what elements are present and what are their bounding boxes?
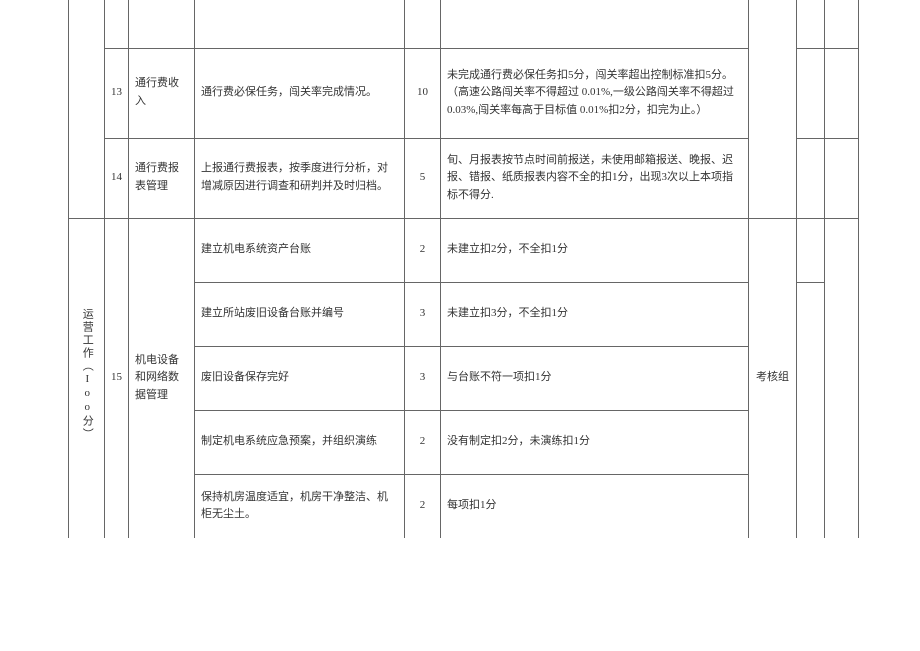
row-content: 制定机电系统应急预案，并组织演练 bbox=[195, 410, 405, 474]
table-row: 14 通行费报表管理 上报通行费报表，按季度进行分析，对增减原因进行调查和研判并… bbox=[69, 138, 859, 218]
row-score: 3 bbox=[405, 282, 441, 346]
cell bbox=[195, 0, 405, 48]
cell bbox=[825, 48, 859, 138]
cell bbox=[797, 0, 825, 48]
row-num: 13 bbox=[105, 48, 129, 138]
cell bbox=[797, 218, 825, 282]
category-cell-upper bbox=[69, 138, 105, 218]
table-row: 13 通行费收入 通行费必保任务，闯关率完成情况。 10 未完成通行费必保任务扣… bbox=[69, 48, 859, 138]
table-row: 运营工作（Ioo分） 15 机电设备和网络数据管理 建立机电系统资产台账 2 未… bbox=[69, 218, 859, 282]
category-cell-upper bbox=[69, 0, 105, 48]
row-criteria: 未建立扣2分，不全扣1分 bbox=[441, 218, 749, 282]
row-criteria: 每项扣1分 bbox=[441, 474, 749, 538]
row-score: 5 bbox=[405, 138, 441, 218]
row-content: 上报通行费报表，按季度进行分析，对增减原因进行调查和研判并及时归档。 bbox=[195, 138, 405, 218]
row-score: 2 bbox=[405, 474, 441, 538]
table-row-top-partial bbox=[69, 0, 859, 48]
row-score: 2 bbox=[405, 218, 441, 282]
cell bbox=[825, 0, 859, 48]
row-score: 2 bbox=[405, 410, 441, 474]
category-cell: 运营工作（Ioo分） bbox=[69, 218, 105, 538]
category-label: 运营工作（Ioo分） bbox=[78, 308, 96, 441]
row-content: 建立机电系统资产台账 bbox=[195, 218, 405, 282]
row-content: 通行费必保任务，闯关率完成情况。 bbox=[195, 48, 405, 138]
row-content: 保持机房温度适宜，机房干净整洁、机柜无尘土。 bbox=[195, 474, 405, 538]
row-criteria: 旬、月报表按节点时间前报送，未使用邮箱报送、晚报、迟报、错报、纸质报表内容不全的… bbox=[441, 138, 749, 218]
cell bbox=[405, 0, 441, 48]
row-num: 14 bbox=[105, 138, 129, 218]
category-cell-upper bbox=[69, 48, 105, 138]
group-cell: 考核组 bbox=[749, 218, 797, 538]
row-criteria: 没有制定扣2分，未演练扣1分 bbox=[441, 410, 749, 474]
cell bbox=[825, 138, 859, 218]
row-score: 3 bbox=[405, 346, 441, 410]
cell bbox=[825, 218, 859, 538]
cell bbox=[129, 0, 195, 48]
row-criteria: 未完成通行费必保任务扣5分，闯关率超出控制标准扣5分。（高速公路闯关率不得超过 … bbox=[441, 48, 749, 138]
cell bbox=[105, 0, 129, 48]
cell bbox=[797, 48, 825, 138]
row-content: 废旧设备保存完好 bbox=[195, 346, 405, 410]
row-score: 10 bbox=[405, 48, 441, 138]
cell bbox=[797, 282, 825, 538]
group-cell-upper bbox=[749, 0, 797, 218]
row-num: 15 bbox=[105, 218, 129, 538]
row-criteria: 未建立扣3分，不全扣1分 bbox=[441, 282, 749, 346]
row-item: 通行费收入 bbox=[129, 48, 195, 138]
row-item: 通行费报表管理 bbox=[129, 138, 195, 218]
assessment-table: 13 通行费收入 通行费必保任务，闯关率完成情况。 10 未完成通行费必保任务扣… bbox=[68, 0, 859, 538]
row-content: 建立所站废旧设备台账并编号 bbox=[195, 282, 405, 346]
cell bbox=[797, 138, 825, 218]
cell bbox=[441, 0, 749, 48]
row-criteria: 与台账不符一项扣1分 bbox=[441, 346, 749, 410]
row-item: 机电设备和网络数据管理 bbox=[129, 218, 195, 538]
